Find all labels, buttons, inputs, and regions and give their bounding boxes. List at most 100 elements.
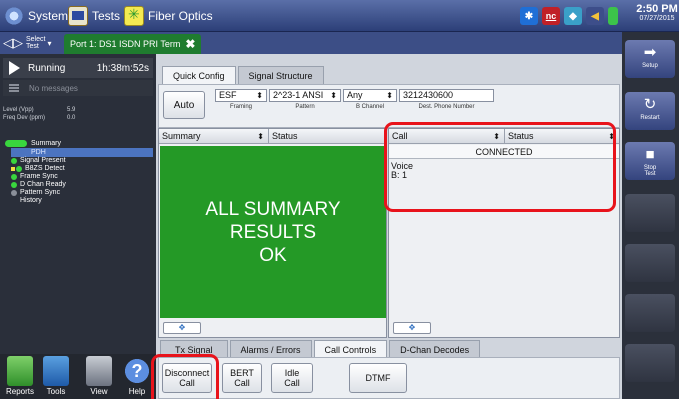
system-gear-icon <box>4 6 24 26</box>
restart-button[interactable]: ↻ Restart <box>625 92 675 130</box>
bert-call-button[interactable]: BERT Call <box>222 363 262 393</box>
yellow-indicator-icon <box>11 167 15 171</box>
bottom-tools: Reports Tools View ? Help <box>0 354 156 399</box>
arrow-right-icon: ➡ <box>643 44 657 61</box>
select-label: Select <box>26 36 46 43</box>
messages-bar[interactable]: No messages <box>3 80 153 96</box>
level-value: 5.9 <box>67 107 76 113</box>
framing-select[interactable]: ESF ⬍ <box>215 89 267 102</box>
updown-arrow-icon: ⬍ <box>256 91 263 100</box>
tree-item[interactable]: Signal Present <box>3 157 153 165</box>
view-layout-icon <box>86 356 112 386</box>
restart-icon: ↻ <box>643 96 657 113</box>
tab-port1[interactable]: Port 1: DS1 ISDN PRI Term ✖ <box>64 34 202 54</box>
results-tree: Summary PDH Signal Present B8ZS Detect F… <box>3 138 153 205</box>
left-panel: Running 1h:38m:52s No messages Level (Vp… <box>0 54 156 354</box>
led-icon <box>16 166 22 172</box>
move-pane-button[interactable]: ✥ <box>163 322 201 334</box>
tests-label: Tests <box>92 9 121 23</box>
updown-arrow-icon: ⬍ <box>386 91 393 100</box>
highlight-call-status <box>384 122 616 212</box>
bluetooth-icon[interactable]: ✱ <box>520 7 538 25</box>
tree-item[interactable]: B8ZS Detect <box>3 165 153 173</box>
battery-icon <box>608 7 618 25</box>
summary-results-ok: ALL SUMMARY RESULTS OK <box>160 146 386 318</box>
clock: 2:50 PM 07/27/2015 <box>636 3 678 22</box>
idle-call-button[interactable]: Idle Call <box>271 363 313 393</box>
close-tab-icon[interactable]: ✖ <box>185 37 195 51</box>
led-icon <box>11 182 17 188</box>
fiber-optics-menu[interactable]: Fiber Optics <box>124 5 213 27</box>
led-icon <box>11 174 17 180</box>
tests-icon <box>68 6 88 26</box>
speaker-icon[interactable]: ◀ <box>586 7 604 25</box>
select-arrows-icon: ◁▷ <box>3 35 23 50</box>
test-label: Test <box>26 43 39 50</box>
status-icons: ✱ nc ◆ ◀ <box>520 7 618 25</box>
tab-call-controls[interactable]: Call Controls <box>313 340 388 358</box>
tree-item[interactable]: Pattern Sync <box>3 189 153 197</box>
dest-phone-input[interactable]: 3212430600 <box>399 89 494 102</box>
tools-button[interactable]: Tools <box>39 356 73 396</box>
led-icon <box>11 190 17 196</box>
tree-summary[interactable]: Summary <box>3 138 153 148</box>
select-test-button[interactable]: ◁▷ Select Test ▾ <box>3 34 51 52</box>
tree-item[interactable]: Frame Sync <box>3 173 153 181</box>
soft-key-5[interactable] <box>625 244 675 282</box>
run-time: 1h:38m:52s <box>96 62 149 74</box>
summary-selector[interactable]: Summary ⬍ <box>159 128 269 144</box>
help-icon: ? <box>124 356 150 386</box>
pattern-label: Pattern <box>295 104 315 110</box>
bchannel-label: B Channel <box>355 104 385 110</box>
fiber-optics-icon <box>124 6 144 26</box>
config-tabs: Quick Config Signal Structure <box>162 66 326 84</box>
summary-status-header[interactable]: Status <box>269 129 386 144</box>
messages-icon <box>9 84 19 92</box>
chevron-down-icon: ▾ <box>47 38 52 48</box>
level-readouts: Level (Vpp) 5.9 Freq Dev (ppm) 0.0 <box>3 106 153 122</box>
run-status[interactable]: Running 1h:38m:52s <box>3 58 153 78</box>
framing-label: Framing <box>229 104 252 110</box>
tree-item-history[interactable]: History <box>3 197 153 205</box>
tab-quick-config[interactable]: Quick Config <box>162 66 236 84</box>
auto-button[interactable]: Auto <box>163 91 205 119</box>
dest-phone-label: Dest. Phone Number <box>418 104 475 110</box>
reports-button[interactable]: Reports <box>3 356 37 396</box>
tree-item[interactable]: D Chan Ready <box>3 181 153 189</box>
level-label: Level (Vpp) <box>3 107 34 113</box>
pattern-select[interactable]: 2^23-1 ANSI ⬍ <box>269 89 341 102</box>
tab-dchan-decodes[interactable]: D-Chan Decodes <box>389 340 481 358</box>
help-button[interactable]: ? Help <box>120 356 154 396</box>
run-state: Running <box>28 62 66 74</box>
right-panel: ➡ Setup ↻ Restart ■ Stop Test <box>622 32 679 399</box>
tree-pdh[interactable]: PDH <box>11 148 153 157</box>
port-tab-label: Port 1: DS1 ISDN PRI Term <box>70 39 181 49</box>
soft-key-7[interactable] <box>625 344 675 382</box>
main-area: Quick Config Signal Structure Auto ESF ⬍ … <box>156 54 622 399</box>
summary-label: Summary <box>31 139 61 147</box>
stop-icon: ■ <box>645 146 655 163</box>
soft-key-6[interactable] <box>625 294 675 332</box>
tab-signal-structure[interactable]: Signal Structure <box>237 66 324 84</box>
bchannel-select[interactable]: Any ⬍ <box>343 89 397 102</box>
move-pane-button[interactable]: ✥ <box>393 322 431 334</box>
play-icon <box>9 61 20 75</box>
reports-icon <box>7 356 33 386</box>
dtmf-button[interactable]: DTMF <box>349 363 407 393</box>
stop-test-button[interactable]: ■ Stop Test <box>625 142 675 180</box>
setup-button[interactable]: ➡ Setup <box>625 40 675 78</box>
updown-arrow-icon: ⬍ <box>257 131 264 141</box>
call-controls-panel: Disconnect Call BERT Call Idle Call DTMF <box>158 357 620 399</box>
network-nc-icon[interactable]: nc <box>542 7 560 25</box>
system-menu[interactable]: System <box>4 5 68 27</box>
wifi-icon[interactable]: ◆ <box>564 7 582 25</box>
summary-led-icon <box>5 139 27 147</box>
soft-key-4[interactable] <box>625 194 675 232</box>
tab-alarms-errors[interactable]: Alarms / Errors <box>229 340 312 358</box>
freq-label: Freq Dev (ppm) <box>3 115 46 121</box>
view-button[interactable]: View <box>82 356 116 396</box>
top-bar: System Tests Fiber Optics ✱ nc ◆ ◀ 2:50 … <box>0 0 679 32</box>
tests-menu[interactable]: Tests <box>68 5 120 27</box>
freq-value: 0.0 <box>67 115 76 121</box>
summary-pane: Summary ⬍ Status ALL SUMMARY RESULTS OK ✥ <box>158 128 387 338</box>
